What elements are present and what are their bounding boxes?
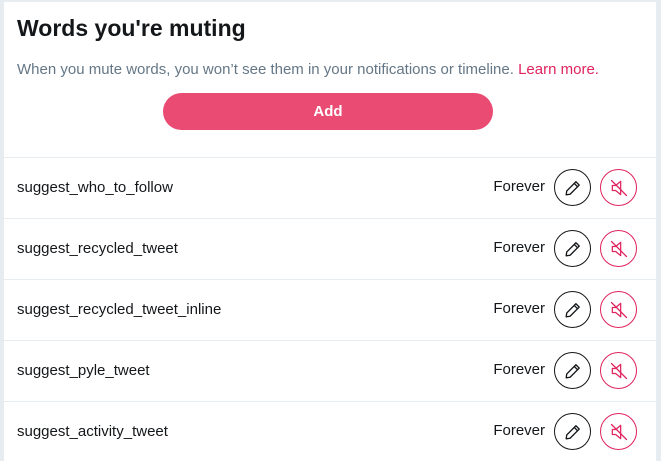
mute-duration: Forever [493, 239, 545, 256]
muted-word-row: suggest_recycled_tweet_inline Forever [4, 280, 656, 341]
unmute-icon [610, 423, 627, 440]
unmute-button[interactable] [600, 413, 637, 450]
unmute-button[interactable] [600, 291, 637, 328]
muted-words-panel: Words you're muting When you mute words,… [4, 2, 656, 461]
muted-words-list: suggest_who_to_follow Forever suggest_re… [4, 157, 656, 461]
pencil-icon [565, 424, 580, 439]
pencil-icon [565, 241, 580, 256]
edit-button[interactable] [554, 413, 591, 450]
muted-word-row: suggest_activity_tweet Forever [4, 402, 656, 461]
unmute-button[interactable] [600, 230, 637, 267]
muted-word: suggest_recycled_tweet_inline [17, 301, 222, 318]
muted-word: suggest_recycled_tweet [17, 240, 178, 257]
muted-word-row: suggest_pyle_tweet Forever [4, 341, 656, 402]
mute-duration: Forever [493, 178, 545, 195]
add-button[interactable]: Add [163, 93, 493, 130]
muted-word-row: suggest_recycled_tweet Forever [4, 219, 656, 280]
pencil-icon [565, 180, 580, 195]
muted-word: suggest_activity_tweet [17, 423, 168, 440]
page-title: Words you're muting [17, 15, 246, 41]
learn-more-link[interactable]: Learn more. [518, 61, 599, 78]
unmute-icon [610, 179, 627, 196]
unmute-icon [610, 362, 627, 379]
pencil-icon [565, 302, 580, 317]
mute-duration: Forever [493, 422, 545, 439]
page-description: When you mute words, you won’t see them … [17, 60, 599, 80]
muted-word: suggest_who_to_follow [17, 179, 173, 196]
description-text: When you mute words, you won’t see them … [17, 61, 514, 78]
unmute-icon [610, 301, 627, 318]
pencil-icon [565, 363, 580, 378]
unmute-button[interactable] [600, 352, 637, 389]
edit-button[interactable] [554, 291, 591, 328]
muted-word: suggest_pyle_tweet [17, 362, 150, 379]
edit-button[interactable] [554, 352, 591, 389]
mute-duration: Forever [493, 361, 545, 378]
muted-word-row: suggest_who_to_follow Forever [4, 158, 656, 219]
unmute-button[interactable] [600, 169, 637, 206]
edit-button[interactable] [554, 230, 591, 267]
mute-duration: Forever [493, 300, 545, 317]
edit-button[interactable] [554, 169, 591, 206]
unmute-icon [610, 240, 627, 257]
